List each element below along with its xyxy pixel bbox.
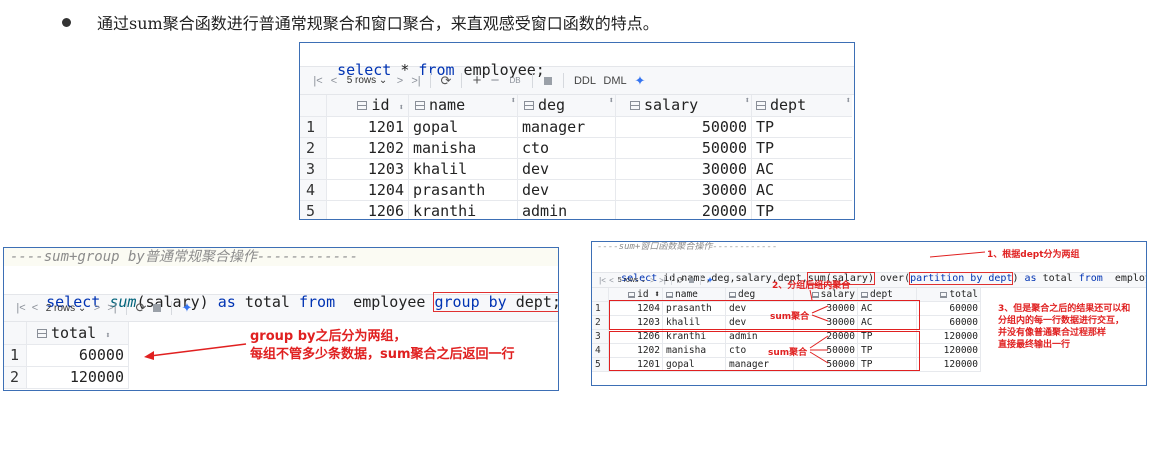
annotation-arrows bbox=[809, 251, 986, 364]
